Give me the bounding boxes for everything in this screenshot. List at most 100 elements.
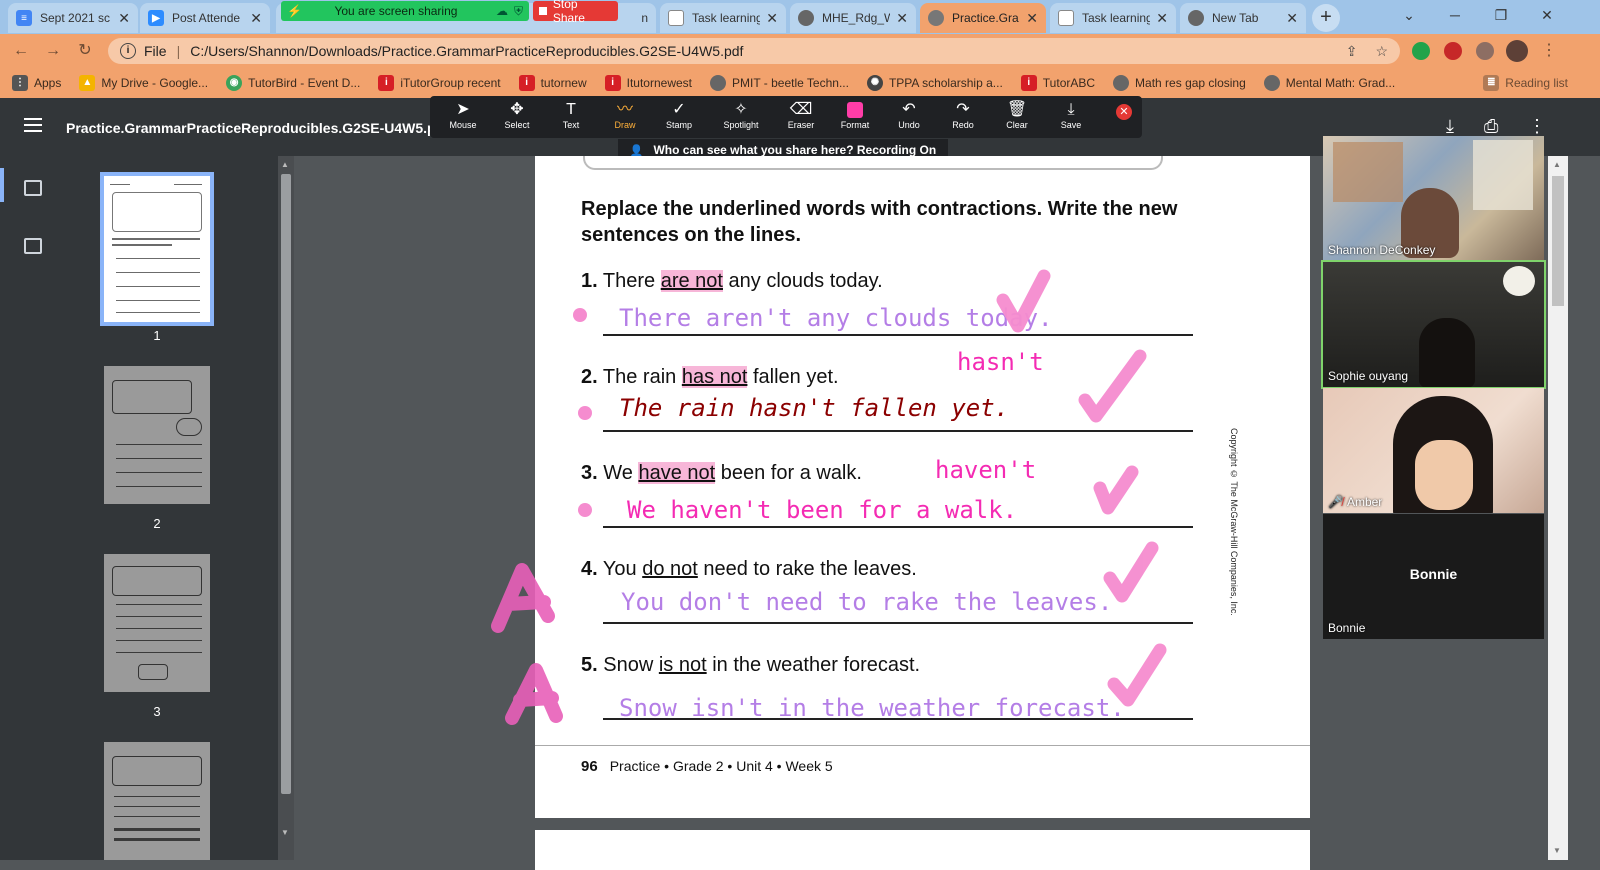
info-icon[interactable]: i xyxy=(120,43,136,59)
more-options-icon[interactable]: ⋮ xyxy=(1528,116,1546,137)
participant-video-3[interactable]: 🎤̸ Amber xyxy=(1323,388,1544,513)
scrollbar-thumb[interactable] xyxy=(281,174,291,794)
back-icon[interactable]: ← xyxy=(10,40,32,62)
ink-dot xyxy=(573,308,587,322)
close-annotation-icon[interactable]: ✕ xyxy=(1116,104,1132,120)
close-icon[interactable]: ✕ xyxy=(118,10,130,27)
itutor-icon: i xyxy=(378,75,395,91)
thumbnails-icon[interactable] xyxy=(24,180,42,196)
thumbnail-panel: 1 2 3 xyxy=(66,156,278,860)
bookmark-tutornew[interactable]: i tutornew xyxy=(518,75,587,91)
avatar[interactable] xyxy=(1506,40,1528,62)
cursor-icon: ➤ xyxy=(456,101,470,118)
tab-task-learning[interactable]: Task learning ✕ xyxy=(660,3,786,33)
tab-sept-2021[interactable]: ≡ Sept 2021 sc ✕ xyxy=(8,3,138,33)
page-thumbnail-4[interactable] xyxy=(104,742,210,860)
copyright-notice: Copyright © The McGraw-Hill Companies, I… xyxy=(1229,428,1239,616)
restore-icon[interactable]: ❐ xyxy=(1478,0,1524,30)
bookmark-apps[interactable]: ⋮ Apps xyxy=(12,75,61,91)
apps-grid-icon: ⋮ xyxy=(12,75,28,91)
participant-video-4[interactable]: Bonnie Bonnie xyxy=(1323,514,1544,639)
tab-search-icon[interactable]: ⌄ xyxy=(1386,0,1432,30)
bookmark-star-icon[interactable]: ☆ xyxy=(1375,43,1388,60)
tool-select-button[interactable]: ✥ Select xyxy=(490,100,544,130)
bookmark-itutorgroup[interactable]: i iTutorGroup recent xyxy=(378,75,501,91)
tool-undo-button[interactable]: ↶ Undo xyxy=(882,100,936,130)
scrollbar-thumb[interactable] xyxy=(1552,176,1564,306)
bookmark-math-res[interactable]: Math res gap closing xyxy=(1113,75,1246,91)
menu-icon[interactable] xyxy=(24,118,42,132)
ublock-icon[interactable] xyxy=(1444,42,1462,60)
document-scrollbar[interactable]: ▲ ▼ xyxy=(1548,156,1568,860)
share-icon[interactable]: ⇪ xyxy=(1346,43,1358,60)
close-icon[interactable]: ✕ xyxy=(766,10,778,27)
bookmark-itutornewest[interactable]: i Itutornewest xyxy=(604,75,692,91)
tool-format-button[interactable]: Format xyxy=(828,100,882,130)
underlined-phrase: are not xyxy=(660,270,723,292)
close-window-icon[interactable]: ✕ xyxy=(1524,0,1570,30)
outline-icon[interactable] xyxy=(24,238,42,254)
tool-save-button[interactable]: ⤓ Save xyxy=(1044,100,1098,130)
page-number-label: 1 xyxy=(153,328,161,343)
participant-video-1[interactable]: Shannon DeConkey xyxy=(1323,136,1544,261)
participant-video-2[interactable]: Sophie ouyang xyxy=(1321,260,1546,389)
kebab-menu-icon[interactable]: ⋮ xyxy=(1538,40,1560,62)
person-icon: 👤 xyxy=(629,144,644,157)
tool-redo-button[interactable]: ↷ Redo xyxy=(936,100,990,130)
print-icon[interactable]: ⎙ xyxy=(1484,116,1498,137)
minimize-icon[interactable]: ─ xyxy=(1432,0,1478,30)
doc-page-icon xyxy=(1058,10,1074,26)
tab-practice-active[interactable]: Practice.Gra ✕ xyxy=(920,3,1046,33)
share-banner-label: You are screen sharing xyxy=(334,4,458,18)
tool-eraser-button[interactable]: ⌫ Eraser xyxy=(774,100,828,130)
tool-text-button[interactable]: T Text xyxy=(544,100,598,130)
forward-icon[interactable]: → xyxy=(42,40,64,62)
tool-clear-button[interactable]: 🗑 Clear xyxy=(990,100,1044,130)
tool-stamp-button[interactable]: ✓ Stamp xyxy=(652,100,706,130)
close-icon[interactable]: ✕ xyxy=(1156,10,1168,27)
bookmark-tutorabc[interactable]: i TutorABC xyxy=(1020,75,1095,91)
page-thumbnail-3[interactable] xyxy=(104,554,210,692)
page-thumbnail-1[interactable] xyxy=(100,172,214,326)
tool-mouse-button[interactable]: ➤ Mouse xyxy=(436,100,490,130)
bookmark-my-drive[interactable]: ▲ My Drive - Google... xyxy=(79,75,208,91)
address-bar[interactable]: i File | C:/Users/Shannon/Downloads/Prac… xyxy=(108,38,1400,64)
close-icon[interactable]: ✕ xyxy=(1286,10,1298,27)
reading-list[interactable]: ≣ Reading list xyxy=(1483,75,1568,91)
save-icon: ⤓ xyxy=(1067,101,1075,118)
bookmark-tppa[interactable]: ✺ TPPA scholarship a... xyxy=(866,75,1003,91)
scroll-down-icon[interactable]: ▼ xyxy=(1553,846,1561,855)
stop-share-button[interactable]: Stop Share xyxy=(533,0,618,25)
trash-icon: 🗑 xyxy=(1006,101,1028,118)
globe-icon xyxy=(798,10,814,26)
reload-icon[interactable]: ↻ xyxy=(74,40,96,62)
extension-icon[interactable] xyxy=(1412,42,1430,60)
page-thumbnail-2[interactable] xyxy=(104,366,210,504)
close-icon[interactable]: ✕ xyxy=(1026,10,1038,27)
puzzle-icon[interactable] xyxy=(1476,42,1494,60)
download-icon[interactable]: ⤓ xyxy=(1446,116,1454,137)
tab-mhe-rdg[interactable]: MHE_Rdg_W ✕ xyxy=(790,3,916,33)
docs-icon: ≡ xyxy=(16,10,32,26)
tab-post-attendee[interactable]: ▶ Post Attende ✕ xyxy=(140,3,270,33)
close-icon[interactable]: ✕ xyxy=(896,10,908,27)
tab-task-learning-2[interactable]: Task learning ✕ xyxy=(1050,3,1176,33)
thumbnail-scrollbar[interactable]: ▲ ▼ xyxy=(278,156,294,860)
tab-label: New Tab xyxy=(1212,11,1259,25)
new-tab-button[interactable]: + xyxy=(1312,4,1340,32)
bookmark-tutorbird[interactable]: ◉ TutorBird - Event D... xyxy=(226,75,360,91)
scroll-down-icon[interactable]: ▼ xyxy=(281,828,289,837)
bookmark-mental-math[interactable]: Mental Math: Grad... xyxy=(1263,75,1395,91)
seal-icon: ✺ xyxy=(866,75,883,91)
pdf-next-page xyxy=(535,830,1310,870)
tool-draw-button[interactable]: 〰 Draw xyxy=(598,100,652,130)
close-icon[interactable]: ✕ xyxy=(250,10,262,27)
tab-new-tab[interactable]: New Tab ✕ xyxy=(1180,3,1306,33)
tool-spotlight-button[interactable]: ✧ Spotlight xyxy=(714,100,768,130)
scroll-up-icon[interactable]: ▲ xyxy=(1553,160,1561,169)
bookmark-pmit[interactable]: PMIT - beetle Techn... xyxy=(710,75,849,91)
answer-line xyxy=(603,430,1193,432)
participant-name: Shannon DeConkey xyxy=(1328,243,1436,257)
address-scheme: File xyxy=(144,43,167,59)
scroll-up-icon[interactable]: ▲ xyxy=(281,160,289,169)
